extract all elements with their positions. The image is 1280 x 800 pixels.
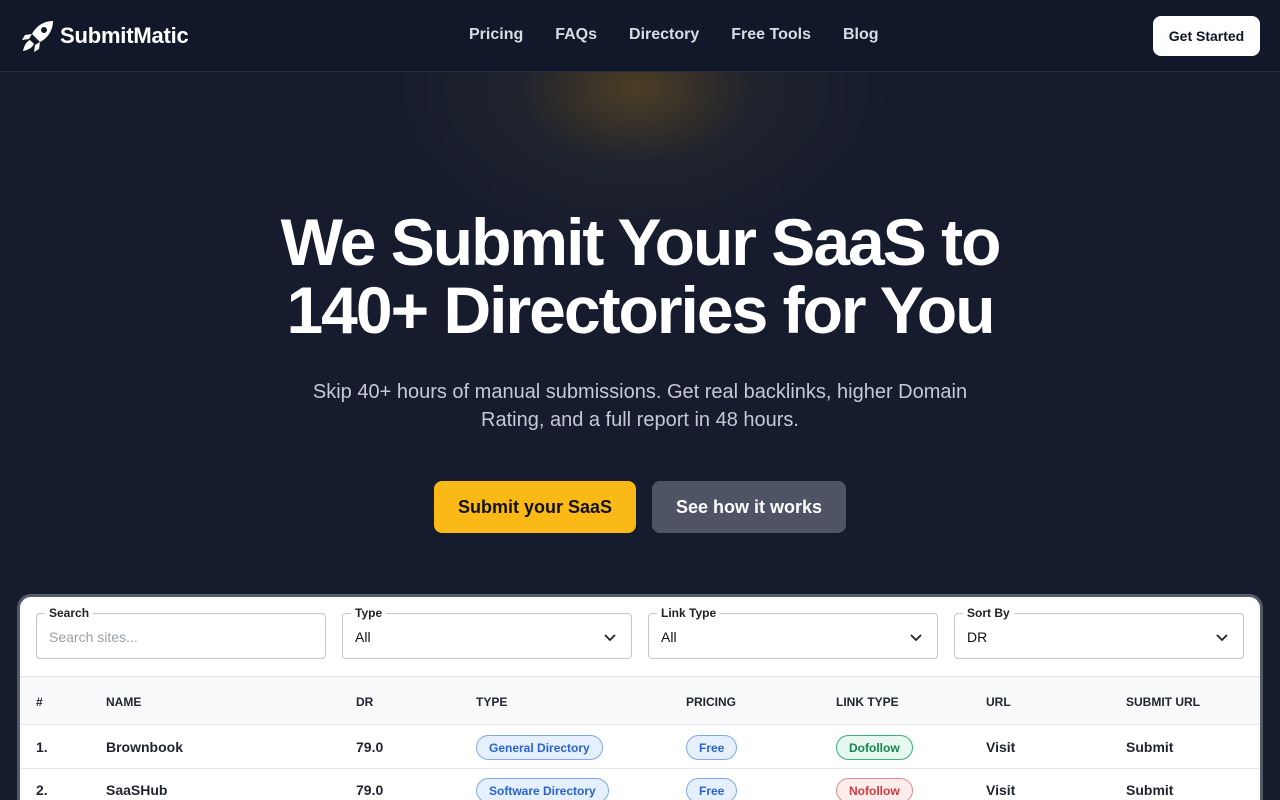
hero-subtitle: Skip 40+ hours of manual submissions. Ge… xyxy=(312,381,968,431)
nav-item-free-tools[interactable]: Free Tools xyxy=(731,24,811,46)
rocket-icon xyxy=(22,21,53,52)
column-header-index: # xyxy=(36,695,43,709)
row-index: 1. xyxy=(36,739,48,755)
visit-link[interactable]: Visit xyxy=(986,739,1015,755)
submit-link[interactable]: Submit xyxy=(1126,782,1173,798)
site-header: SubmitMatic Pricing FAQs Directory Free … xyxy=(0,0,1280,72)
chevron-down-icon xyxy=(910,634,922,642)
link-type-label: Link Type xyxy=(657,605,721,621)
type-label: Type xyxy=(351,605,387,621)
nav-item-faqs[interactable]: FAQs xyxy=(555,24,597,46)
sort-by-select[interactable]: Sort By DR xyxy=(954,605,1244,659)
hero-title-line-2: 140+ Directories for You xyxy=(286,273,995,347)
hero-title: We Submit Your SaaS to 140+ Directories … xyxy=(0,208,1280,344)
row-name: Brownbook xyxy=(106,739,183,755)
row-dr: 79.0 xyxy=(356,739,384,755)
pricing-badge: Free xyxy=(686,735,738,760)
main-nav: Pricing FAQs Directory Free Tools Blog xyxy=(469,24,911,46)
type-badge: General Directory xyxy=(476,735,603,760)
brand-name: SubmitMatic xyxy=(60,23,189,48)
directory-panel: Search Search sites... Type All Link Typ… xyxy=(17,594,1263,800)
pricing-badge: Free xyxy=(686,778,738,800)
search-label: Search xyxy=(45,605,94,621)
see-how-it-works-button[interactable]: See how it works xyxy=(652,481,846,533)
row-dr: 79.0 xyxy=(356,782,384,798)
column-header-name[interactable]: Name xyxy=(106,695,141,709)
column-header-pricing[interactable]: Pricing xyxy=(686,695,736,709)
nav-item-blog[interactable]: Blog xyxy=(843,24,879,46)
hero-title-line-1: We Submit Your SaaS to xyxy=(280,205,1002,279)
row-index: 2. xyxy=(36,782,48,798)
table-header: # Name DR Type Pricing Link Type URL Sub… xyxy=(20,676,1260,725)
link-type-badge: Dofollow xyxy=(836,735,913,760)
chevron-down-icon xyxy=(1216,634,1228,642)
search-placeholder: Search sites... xyxy=(49,629,138,645)
table-row: 2. SaaSHub 79.0 Software Directory Free … xyxy=(20,769,1260,800)
type-badge: Software Directory xyxy=(476,778,609,800)
sort-by-value: DR xyxy=(967,629,988,645)
column-header-submit-url: Submit URL xyxy=(1126,695,1200,709)
type-select[interactable]: Type All xyxy=(342,605,632,659)
filter-bar: Search Search sites... Type All Link Typ… xyxy=(20,597,1260,676)
get-started-button[interactable]: Get Started xyxy=(1153,16,1260,56)
logo[interactable]: SubmitMatic xyxy=(20,18,189,54)
nav-item-pricing[interactable]: Pricing xyxy=(469,24,523,46)
link-type-select[interactable]: Link Type All xyxy=(648,605,938,659)
column-header-url: URL xyxy=(986,695,1011,709)
link-type-value: All xyxy=(661,629,677,645)
sort-by-label: Sort By xyxy=(963,605,1014,621)
table-row: 1. Brownbook 79.0 General Directory Free… xyxy=(20,726,1260,769)
type-value: All xyxy=(355,629,371,645)
row-name: SaaSHub xyxy=(106,782,168,798)
column-header-dr[interactable]: DR xyxy=(356,695,373,709)
link-type-badge: Nofollow xyxy=(836,778,913,800)
nav-item-directory[interactable]: Directory xyxy=(629,24,699,46)
column-header-type[interactable]: Type xyxy=(476,695,507,709)
search-input[interactable]: Search Search sites... xyxy=(36,605,326,659)
column-header-link-type[interactable]: Link Type xyxy=(836,695,899,709)
submit-saas-button[interactable]: Submit your SaaS xyxy=(434,481,636,533)
chevron-down-icon xyxy=(604,634,616,642)
submit-link[interactable]: Submit xyxy=(1126,739,1173,755)
visit-link[interactable]: Visit xyxy=(986,782,1015,798)
